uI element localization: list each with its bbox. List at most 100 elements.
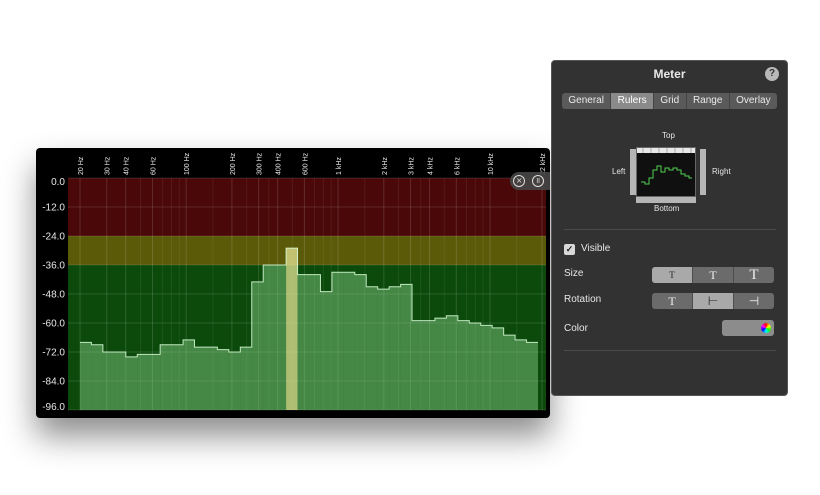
visible-checkbox[interactable]: ✓ [564,244,575,255]
spectrum-bar [457,320,470,410]
spectrum-bar [228,352,241,410]
spectrum-bar [148,354,161,410]
peak-bar [286,248,298,410]
freq-tick-label: 300 Hz [257,152,264,175]
rotation-segmented-control: T ⊢ ⊣ [652,293,774,309]
spectrum-bar [343,272,355,410]
spectrum-bar [171,344,184,410]
freq-tick-label: 100 Hz [184,152,191,175]
spectrum-bar [217,349,229,410]
panel-title: Meter [653,67,686,81]
spectrum-bar [492,327,504,410]
spectrum-bar [102,352,115,410]
meter-controls: × ॥ ≡ / [510,172,550,190]
inspector-panel: Meter ? General Rulers Grid Range Overla… [551,60,788,396]
ruler-preview: Top Left Right Bottom [552,127,789,217]
preview-spectrum [637,148,695,185]
freq-tick-label: 6 kHz [454,157,461,175]
spectrum-bar [377,289,390,410]
spectrum-bar [469,323,481,410]
freq-tick-label: 40 Hz [124,156,131,175]
preview-bottom-label: Bottom [654,204,680,213]
spectrum-meter-window[interactable]: 0.0 -12.0 -24.0 -36.0 -48.0 -60.0 -72.0 -84.0 -9… [36,148,550,418]
db-tick-label: -48.0 [42,290,65,301]
size-label: Size [564,268,584,279]
color-wheel-icon[interactable] [761,323,771,333]
preview-right-ruler[interactable] [700,149,706,195]
divider [564,229,776,230]
rotation-none-option[interactable]: T [652,293,693,309]
db-tick-label: -60.0 [42,319,65,330]
rotation-right-option[interactable]: ⊣ [734,293,774,309]
size-medium-option[interactable]: T [693,267,734,283]
rotation-left-option[interactable]: ⊢ [693,293,734,309]
spectrum-bar [297,274,309,410]
spectrum-bar [480,325,493,410]
spectrum-bar [400,284,413,410]
freq-tick-label: 4 kHz [428,157,435,175]
db-tick-label: -36.0 [42,261,65,272]
preview-top-label: Top [662,131,675,140]
spectrum-bar [194,347,206,410]
visible-label: Visible [581,243,611,254]
size-large-option[interactable]: T [734,267,774,283]
spectrum-bar [389,286,401,410]
spectrum-bar [240,347,252,410]
freq-tick-label: 1 kHz [336,157,343,175]
freq-tick-label: 30 Hz [105,156,112,175]
preview-canvas [636,147,696,197]
rotation-label: Rotation [564,294,602,305]
db-tick-label: -84.0 [42,377,65,388]
color-well[interactable] [722,320,774,336]
db-tick-label: -96.0 [42,402,65,413]
spectrum-bar [274,265,287,410]
tab-range[interactable]: Range [687,93,730,109]
preview-right-label: Right [712,167,731,176]
spectrum-bar [515,339,527,410]
spectrum-bar [434,318,447,410]
db-tick-label: 0.0 [51,177,65,188]
spectrum-bar [320,291,332,410]
spectrum-bar [183,339,195,410]
spectrum-bar [423,320,435,410]
size-small-option[interactable]: T [652,267,693,283]
db-tick-label: -12.0 [42,203,65,214]
freq-tick-label: 3 kHz [409,157,416,175]
spectrum-bar [526,342,538,410]
spectrum-bar [251,281,264,410]
tab-grid[interactable]: Grid [654,93,687,109]
spectrum-bar [446,315,458,410]
spectrum-bar [160,344,172,410]
freq-tick-label: 200 Hz [230,152,237,175]
freq-tick-label: 600 Hz [302,152,309,175]
tab-general[interactable]: General [562,93,612,109]
db-tick-label: -24.0 [42,232,65,243]
db-tick-label: -72.0 [42,348,65,359]
spectrum-bar [80,342,92,410]
divider [564,350,776,351]
freq-tick-label: 2 kHz [382,157,389,175]
freq-tick-label: 400 Hz [276,152,283,175]
spectrum-bar [412,320,424,410]
size-segmented-control: T T T [652,267,774,283]
spectrum-bar [205,347,218,410]
tab-overlay[interactable]: Overlay [730,93,777,109]
spectrum-plot: 0.0 -12.0 -24.0 -36.0 -48.0 -60.0 -72.0 -84.0 -9… [42,152,547,413]
spectrum-bar [125,356,138,410]
tab-bar: General Rulers Grid Range Overlay [562,93,777,109]
close-icon[interactable]: × [513,175,526,187]
tab-rulers[interactable]: Rulers [611,93,654,109]
freq-tick-label: 60 Hz [150,156,157,175]
preview-left-label: Left [612,167,626,176]
spectrum-bar [503,335,516,410]
pause-icon[interactable]: ॥ [531,175,544,187]
spectrum-bar [114,352,126,410]
spectrum-bar [366,286,378,410]
spectrum-bar [331,272,344,410]
help-button[interactable]: ? [765,67,779,81]
spectrum-bar [137,354,149,410]
spectrum-bar [263,265,275,410]
spectrum-bar [309,274,321,410]
color-label: Color [564,323,588,334]
spectrum-bar [91,344,103,410]
